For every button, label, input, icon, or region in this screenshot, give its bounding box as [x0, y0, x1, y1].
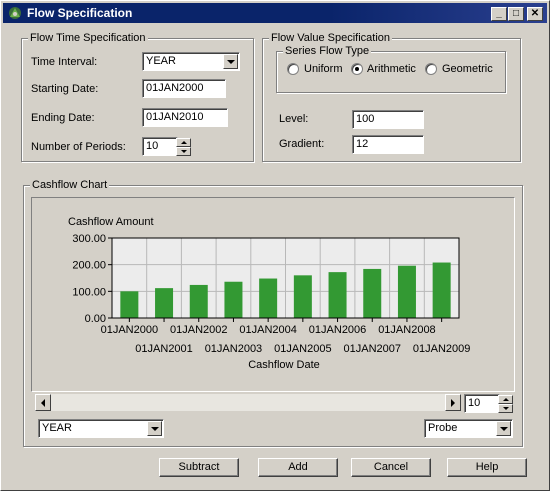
level-value: 100 [356, 113, 375, 125]
chevron-down-icon[interactable] [496, 421, 511, 436]
spin-down-icon[interactable] [176, 147, 191, 156]
minimize-button[interactable]: _ [491, 7, 507, 21]
add-button[interactable]: Add [258, 458, 338, 477]
x-tick-label: 01JAN2000 [101, 324, 159, 336]
group-title: Cashflow Chart [30, 179, 110, 191]
minimize-icon: _ [496, 8, 502, 19]
flow-specification-window: Flow Specification _ □ ✕ Flow Time Speci… [0, 0, 550, 491]
x-tick-label: 01JAN2008 [378, 324, 436, 336]
starting-date-label: Starting Date: [31, 83, 99, 95]
close-button[interactable]: ✕ [527, 7, 543, 21]
cashflow-bar[interactable] [328, 272, 347, 318]
gradient-input[interactable]: 12 [352, 135, 424, 154]
chart-mode-select[interactable]: Probe [424, 419, 513, 438]
group-title: Flow Time Specification [28, 32, 148, 44]
time-interval-select[interactable]: YEAR [142, 52, 240, 71]
x-tick-label: 01JAN2005 [274, 343, 332, 355]
chart-periods-value: 10 [468, 397, 481, 409]
sas-app-icon [9, 7, 21, 19]
cashflow-bar[interactable] [155, 288, 174, 318]
group-title: Flow Value Specification [269, 32, 393, 44]
maximize-icon: □ [512, 8, 520, 19]
cashflow-bar[interactable] [120, 291, 139, 318]
close-icon: ✕ [530, 8, 540, 19]
scroll-right-icon[interactable] [445, 394, 461, 411]
radio-uniform-label[interactable]: Uniform [304, 63, 343, 75]
chart-periods-input[interactable]: 10 [464, 394, 500, 413]
radio-geometric[interactable] [425, 63, 437, 75]
chart-interval-select[interactable]: YEAR [38, 419, 164, 438]
window-title: Flow Specification [27, 6, 133, 20]
spin-up-icon[interactable] [498, 395, 513, 404]
gradient-label: Gradient: [279, 138, 325, 150]
cashflow-bar[interactable] [363, 268, 382, 318]
radio-uniform[interactable] [287, 63, 299, 75]
x-tick-label: 01JAN2009 [413, 343, 471, 355]
x-tick-label: 01JAN2007 [344, 343, 402, 355]
spin-up-icon[interactable] [176, 138, 191, 147]
number-of-periods-value: 10 [146, 140, 159, 152]
cashflow-bar[interactable] [432, 262, 451, 318]
cancel-button[interactable]: Cancel [351, 458, 431, 477]
y-tick-label: 300.00 [72, 233, 106, 245]
radio-arithmetic[interactable] [351, 63, 363, 75]
level-input[interactable]: 100 [352, 110, 424, 129]
radio-arithmetic-label[interactable]: Arithmetic [367, 63, 416, 75]
scroll-left-icon[interactable] [35, 394, 51, 411]
x-tick-label: 01JAN2001 [135, 343, 193, 355]
cashflow-bar[interactable] [224, 281, 243, 318]
x-axis-label: Cashflow Date [248, 359, 320, 371]
x-tick-label: 01JAN2002 [170, 324, 228, 336]
help-button[interactable]: Help [447, 458, 527, 477]
ending-date-input[interactable]: 01JAN2010 [142, 108, 228, 127]
spin-down-icon[interactable] [498, 404, 513, 413]
time-interval-value: YEAR [146, 55, 176, 67]
y-tick-label: 100.00 [72, 286, 106, 298]
x-tick-label: 01JAN2006 [309, 324, 367, 336]
cashflow-bar[interactable] [259, 278, 278, 318]
level-label: Level: [279, 113, 309, 125]
chart-periods-spinner[interactable] [498, 395, 513, 413]
periods-spinner[interactable] [176, 138, 191, 156]
cashflow-bar-chart[interactable]: 0.00100.00200.00300.00 01JAN200001JAN200… [32, 198, 514, 391]
cashflow-bar[interactable] [189, 284, 208, 318]
y-axis-label: Cashflow Amount [68, 216, 154, 228]
number-of-periods-input[interactable]: 10 [142, 137, 178, 156]
subtract-button[interactable]: Subtract [159, 458, 239, 477]
chevron-down-icon[interactable] [147, 421, 162, 436]
x-tick-label: 01JAN2004 [239, 324, 297, 336]
chart-interval-value: YEAR [42, 422, 72, 434]
chart-mode-value: Probe [428, 422, 458, 434]
ending-date-label: Ending Date: [31, 112, 95, 124]
time-interval-label: Time Interval: [31, 56, 98, 68]
number-of-periods-label: Number of Periods: [31, 141, 126, 153]
cashflow-bar[interactable] [397, 265, 416, 318]
radio-geometric-label[interactable]: Geometric [442, 63, 493, 75]
cashflow-chart-panel[interactable]: 0.00 100.00 200.00 300.00 01JAN2000 01JAN200… [31, 197, 515, 392]
chevron-down-icon[interactable] [223, 54, 238, 69]
group-title: Series Flow Type [283, 45, 372, 57]
y-tick-label: 200.00 [72, 260, 106, 272]
x-tick-label: 01JAN2003 [205, 343, 263, 355]
title-bar[interactable]: Flow Specification _ □ ✕ [3, 3, 547, 23]
starting-date-input[interactable]: 01JAN2000 [142, 79, 226, 98]
maximize-button[interactable]: □ [508, 7, 524, 21]
chart-horizontal-scrollbar[interactable] [35, 394, 461, 411]
starting-date-value: 01JAN2000 [146, 82, 204, 94]
ending-date-value: 01JAN2010 [146, 111, 204, 123]
cashflow-bar[interactable] [293, 275, 312, 318]
gradient-value: 12 [356, 138, 369, 150]
